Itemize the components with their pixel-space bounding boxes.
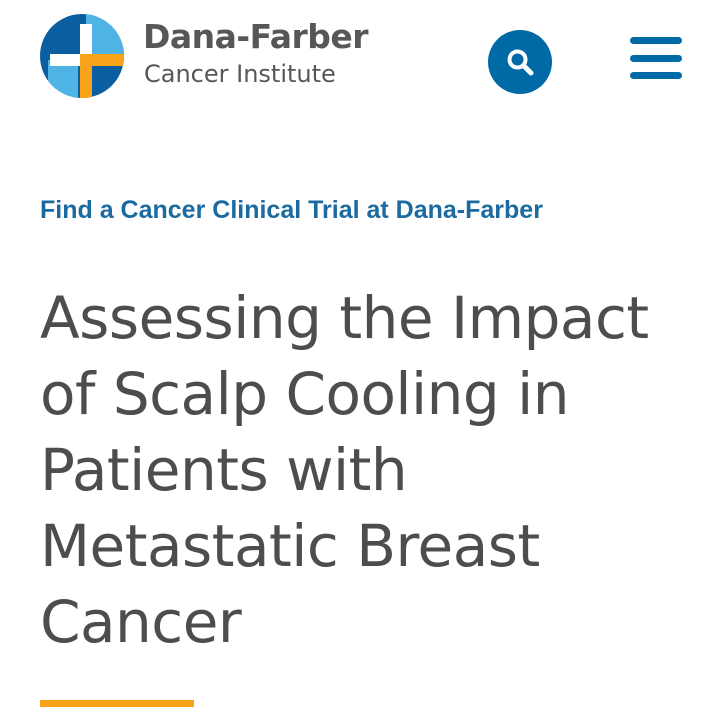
logo-subtitle: Cancer Institute [144, 60, 336, 88]
title-accent-bar [40, 700, 194, 707]
search-icon [507, 49, 534, 76]
logo-link[interactable]: Dana-Farber Cancer Institute [40, 14, 400, 98]
clinical-trial-link[interactable]: Find a Cancer Clinical Trial at Dana-Far… [40, 193, 543, 227]
search-button[interactable] [488, 30, 552, 94]
page-title: Assessing the Impact of Scalp Cooling in… [40, 284, 649, 656]
site-header: Dana-Farber Cancer Institute [0, 0, 720, 120]
logo-name: Dana-Farber [143, 17, 369, 56]
dana-farber-logo-icon [40, 14, 124, 98]
menu-button[interactable] [630, 37, 682, 81]
